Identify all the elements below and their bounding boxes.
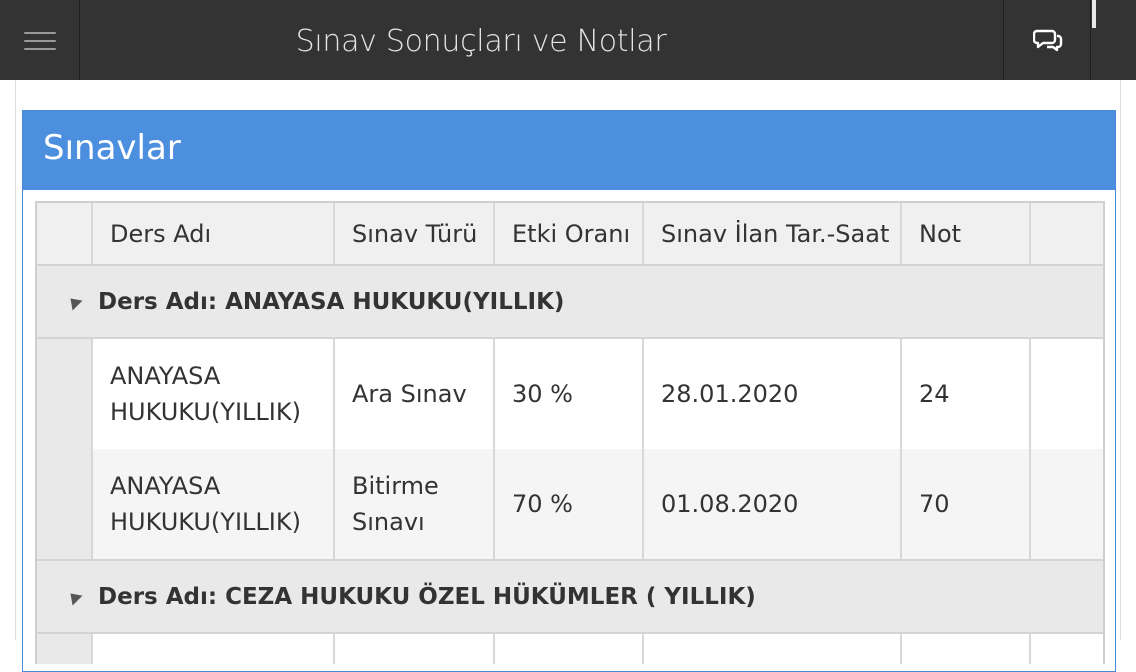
cell-weight: 70 %	[495, 449, 644, 559]
chat-button[interactable]	[1003, 0, 1091, 80]
header-expand-cell	[37, 203, 93, 264]
row-indent-cell	[37, 634, 93, 664]
group-row[interactable]: Ders Adı: ANAYASA HUKUKU(YILLIK)	[37, 266, 1103, 339]
collapse-triangle-icon[interactable]	[65, 588, 83, 606]
cell-course: ANAYASA HUKUKU(YILLIK)	[93, 339, 335, 449]
table-row	[37, 634, 1103, 664]
exams-table: Ders Adı Sınav Türü Etki Oranı Sınav İla…	[35, 201, 1105, 664]
table-row: ANAYASA HUKUKU(YILLIK) Ara Sınav 30 % 28…	[37, 339, 1103, 449]
cell-empty	[1031, 339, 1103, 449]
cell-grade	[902, 634, 1031, 664]
cell-date	[644, 634, 902, 664]
cell-empty	[1031, 449, 1103, 559]
chat-bubbles-icon	[1033, 29, 1063, 52]
group-label: Ders Adı: CEZA HUKUKU ÖZEL HÜKÜMLER ( YI…	[98, 583, 756, 610]
group-label: Ders Adı: ANAYASA HUKUKU(YILLIK)	[98, 288, 565, 315]
column-header-grade[interactable]: Not	[902, 203, 1031, 264]
cell-exam-type: Ara Sınav	[335, 339, 495, 449]
column-header-exam-type[interactable]: Sınav Türü	[335, 203, 495, 264]
exams-panel: Sınavlar Ders Adı Sınav Türü Etki Oranı …	[22, 110, 1116, 672]
table-row: ANAYASA HUKUKU(YILLIK) Bitirme Sınavı 70…	[37, 449, 1103, 559]
column-header-date[interactable]: Sınav İlan Tar.-Saat	[644, 203, 902, 264]
row-indent-cell	[37, 449, 93, 559]
cell-grade: 24	[902, 339, 1031, 449]
group-row[interactable]: Ders Adı: CEZA HUKUKU ÖZEL HÜKÜMLER ( YI…	[37, 559, 1103, 634]
cell-weight: 30 %	[495, 339, 644, 449]
cell-empty	[1031, 634, 1103, 664]
cell-course	[93, 634, 335, 664]
collapse-triangle-icon[interactable]	[65, 293, 83, 311]
cell-date: 28.01.2020	[644, 339, 902, 449]
cell-course: ANAYASA HUKUKU(YILLIK)	[93, 449, 335, 559]
header-empty-cell	[1031, 203, 1103, 264]
cell-weight	[495, 634, 644, 664]
menu-button[interactable]	[0, 0, 80, 80]
hamburger-menu-icon	[24, 32, 56, 56]
panel-title: Sınavlar	[23, 111, 1115, 190]
cell-exam-type	[335, 634, 495, 664]
row-indent-cell	[37, 339, 93, 449]
column-header-course[interactable]: Ders Adı	[93, 203, 335, 264]
content-border-left	[15, 80, 16, 640]
top-bar: Sınav Sonuçları ve Notlar	[0, 0, 1136, 80]
content-border-right	[1120, 80, 1121, 640]
cell-exam-type: Bitirme Sınavı	[335, 449, 495, 559]
column-header-weight[interactable]: Etki Oranı	[495, 203, 644, 264]
cell-date: 01.08.2020	[644, 449, 902, 559]
page-title: Sınav Sonuçları ve Notlar	[295, 24, 667, 59]
cell-grade: 70	[902, 449, 1031, 559]
table-header: Ders Adı Sınav Türü Etki Oranı Sınav İla…	[37, 203, 1103, 266]
scroll-indicator	[1092, 0, 1096, 28]
